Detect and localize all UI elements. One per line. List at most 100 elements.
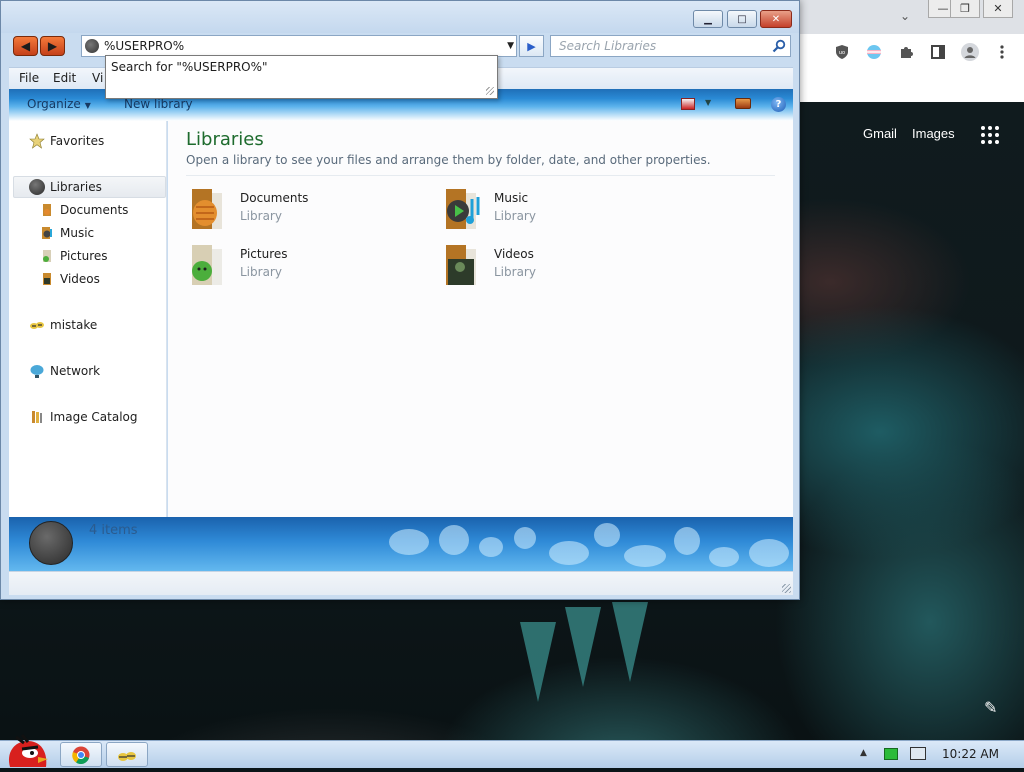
preview-pane-icon[interactable] [735,98,751,109]
address-bar[interactable]: ▼ [81,35,517,57]
library-item-documents[interactable]: Documents Library [186,185,406,235]
decor-bubble [389,529,429,555]
menu-edit[interactable]: Edit [53,71,76,85]
sidebar-item-network[interactable]: Network [9,360,166,382]
display-monitor-icon[interactable] [910,747,926,760]
decor-bubble [674,527,700,555]
battery-icon[interactable] [884,748,898,760]
navigation-pane: Favorites Libraries Documents Music Pict… [9,121,167,517]
show-hidden-icons-icon[interactable]: ▲ [860,748,867,758]
page-title: Libraries [186,129,264,150]
music-folder-icon [42,227,52,239]
sidebar-item-label: Image Catalog [50,410,138,424]
tab-search-icon[interactable]: ⌄ [895,6,915,26]
minimize-button[interactable]: ▁ [693,10,723,28]
decor-bubble [514,527,536,549]
sidebar-item-mistake[interactable]: mistake [9,314,166,336]
explorer-icon [118,751,136,761]
sidebar-item-documents[interactable]: Documents [9,199,166,221]
explorer-titlebar[interactable] [1,1,799,33]
pictures-folder-icon [43,250,51,262]
customize-pencil-icon[interactable]: ✎ [984,698,997,717]
angry-bird-start-icon [8,734,48,767]
decor-bubble [624,545,666,567]
library-item-pictures[interactable]: Pictures Library [186,241,406,291]
extension-flag-icon[interactable] [864,42,884,62]
taskbar-clock[interactable]: 10:22 AM [942,747,999,761]
google-apps-icon[interactable] [981,126,999,144]
divider [186,175,775,176]
forward-arrow-icon: ▶ [47,39,58,53]
library-type: Library [240,209,282,223]
address-dropdown-icon[interactable]: ▼ [507,41,514,51]
go-button[interactable]: ▶ [519,35,544,57]
nav-arrows: ◀ ▶ [13,36,65,56]
sidebar-item-label: Network [50,364,101,378]
start-button[interactable] [2,733,50,769]
resize-grip-icon[interactable] [782,584,791,593]
browser-menu-icon[interactable] [992,42,1012,62]
documents-folder-icon [192,189,222,229]
decor-bubble [749,539,789,567]
library-type: Library [240,265,282,279]
item-count: 4 items [89,523,138,538]
wallpaper-fang [565,607,601,687]
taskbar: ▲ 10:22 AM [0,734,1024,768]
sidebar-item-label: Documents [60,203,129,217]
menu-view[interactable]: Vi [92,71,103,85]
library-name: Music [494,191,529,205]
wallpaper-fang [612,602,648,682]
help-icon[interactable]: ? [771,97,786,112]
library-item-music[interactable]: Music Library [440,185,660,235]
browser-restore-button[interactable]: ❐ [950,0,980,18]
ublock-extension-icon[interactable]: uo [832,42,852,62]
maximize-button[interactable]: □ [727,10,757,28]
library-name: Documents [240,191,309,205]
sidebar-item-favorites[interactable]: Favorites [9,130,166,152]
sidebar-item-image-catalog[interactable]: Image Catalog [9,406,166,428]
address-suggestion-popup: Search for "%USERPRO%" [105,55,498,99]
taskbar-explorer-button[interactable] [106,742,148,767]
side-panel-icon[interactable] [928,42,948,62]
back-button[interactable]: ◀ [13,36,38,56]
forward-button[interactable]: ▶ [40,36,65,56]
svg-text:uo: uo [839,50,845,56]
search-suggestion-item[interactable]: Search for "%USERPRO%" [111,60,268,74]
sidebar-item-label: Libraries [50,180,102,194]
search-box[interactable] [550,35,791,57]
new-library-button[interactable]: New library [124,97,193,111]
sidebar-item-music[interactable]: Music [9,222,166,244]
decor-bubble [709,547,739,567]
go-arrow-icon: ▶ [527,39,536,53]
close-button[interactable]: ✕ [760,10,792,28]
details-pane: 4 items [9,517,793,571]
libraries-large-icon [29,521,73,565]
menu-file[interactable]: File [19,71,39,85]
address-input[interactable] [104,38,494,54]
resize-grip-icon[interactable] [486,87,494,95]
documents-folder-icon [43,204,51,216]
search-icon[interactable] [772,39,786,53]
extensions-puzzle-icon[interactable] [896,42,916,62]
change-view-icon[interactable] [681,98,695,110]
sidebar-item-pictures[interactable]: Pictures [9,245,166,267]
back-arrow-icon: ◀ [20,39,31,53]
sidebar-item-videos[interactable]: Videos [9,268,166,290]
chevron-down-icon[interactable]: ▼ [705,98,711,107]
library-name: Pictures [240,247,288,261]
profile-avatar-icon[interactable] [960,42,980,62]
chrome-icon [72,746,90,764]
library-item-videos[interactable]: Videos Library [440,241,660,291]
taskbar-chrome-button[interactable] [60,742,102,767]
decor-bubble [479,537,503,557]
images-link[interactable]: Images [912,126,955,141]
sidebar-item-libraries[interactable]: Libraries [13,176,166,198]
homegroup-bees-icon [30,322,44,329]
browser-close-button[interactable]: ✕ [983,0,1013,18]
decor-bubble [549,541,589,565]
search-input[interactable] [559,39,764,53]
organize-button[interactable]: Organize ▼ [27,97,91,111]
gmail-link[interactable]: Gmail [863,126,897,141]
sidebar-item-label: Favorites [50,134,105,148]
organize-label: Organize [27,97,81,111]
